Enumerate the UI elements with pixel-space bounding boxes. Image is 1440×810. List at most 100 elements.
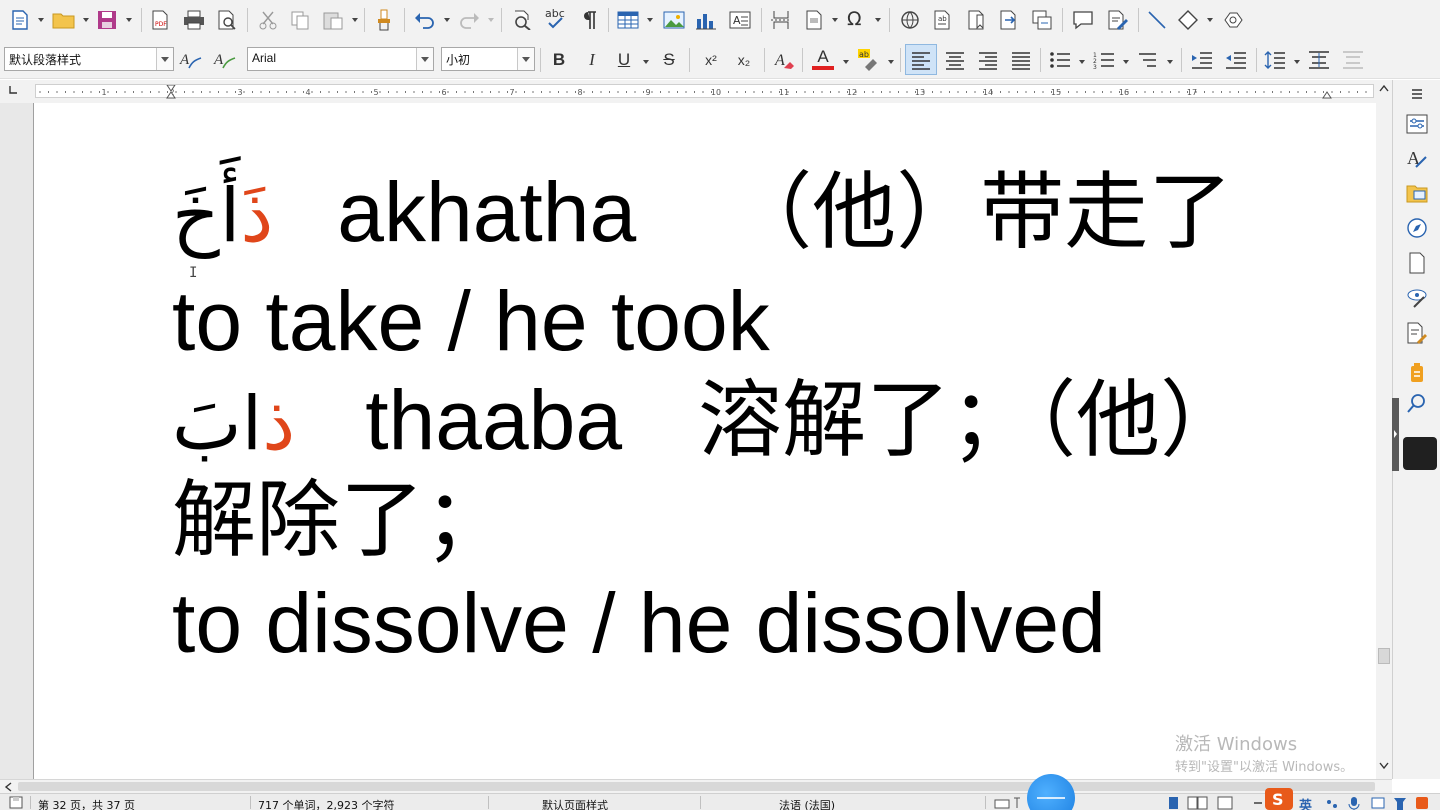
doc-line-2[interactable]: to take / he took (172, 279, 770, 363)
styles-icon[interactable]: A (1405, 146, 1429, 170)
numbered-dropdown-icon[interactable] (1123, 60, 1129, 64)
font-color-dropdown-icon[interactable] (843, 60, 849, 64)
spellcheck-icon[interactable]: abc (542, 5, 570, 31)
highlight-color-icon[interactable]: ab (854, 46, 882, 72)
paragraph-spacing-decrease-icon[interactable] (1340, 47, 1366, 73)
align-right-icon[interactable] (976, 47, 1000, 73)
track-changes-icon[interactable] (1105, 7, 1131, 33)
ime-tray-icons[interactable] (1320, 795, 1438, 810)
redo-dropdown-icon[interactable] (488, 18, 494, 22)
special-char-dropdown-icon[interactable] (875, 18, 881, 22)
open-dropdown-icon[interactable] (83, 18, 89, 22)
sidebar-menu-icon[interactable] (1405, 82, 1429, 106)
line-spacing-dropdown-icon[interactable] (1294, 60, 1300, 64)
underline-dropdown-icon[interactable] (643, 60, 649, 64)
print-preview-icon[interactable] (215, 7, 239, 33)
cut-icon[interactable] (256, 7, 280, 33)
increase-indent-icon[interactable] (1189, 47, 1215, 73)
doc-line-5[interactable]: to dissolve / he dissolved (172, 581, 1106, 665)
line-icon[interactable] (1145, 7, 1169, 33)
save-dropdown-icon[interactable] (126, 18, 132, 22)
page-icon[interactable] (1405, 251, 1429, 275)
doc-line-3[interactable]: ذابَ thaaba 溶解了；（他） (172, 378, 1244, 462)
navigator-icon[interactable] (1405, 216, 1429, 240)
highlight-dropdown-icon[interactable] (888, 60, 894, 64)
shapes-dropdown-icon[interactable] (1207, 18, 1213, 22)
save-icon[interactable] (95, 7, 119, 33)
hyperlink-icon[interactable] (897, 7, 923, 33)
subscript-button[interactable]: x₂ (732, 48, 756, 72)
style-inspector-icon[interactable] (1405, 286, 1429, 310)
new-document-icon[interactable] (8, 7, 32, 33)
bullet-dropdown-icon[interactable] (1079, 60, 1085, 64)
print-icon[interactable] (181, 7, 207, 33)
insert-mode-icon[interactable] (992, 796, 1032, 809)
view-layout-icon[interactable] (1164, 795, 1240, 810)
align-left-icon[interactable] (909, 47, 933, 73)
font-name-select[interactable]: Arial (247, 47, 434, 71)
outline-dropdown-icon[interactable] (1167, 60, 1173, 64)
chevron-down-icon[interactable] (416, 48, 433, 70)
scroll-left-icon[interactable] (3, 781, 13, 792)
undo-icon[interactable] (412, 7, 438, 33)
scroll-thumb[interactable] (18, 782, 1375, 791)
table-icon[interactable] (615, 7, 641, 33)
gallery-icon[interactable] (1405, 181, 1429, 205)
special-char-icon[interactable]: Ω (842, 5, 868, 31)
font-size-select[interactable]: 小初 (441, 47, 535, 71)
scroll-down-icon[interactable] (1378, 760, 1390, 772)
paste-dropdown-icon[interactable] (352, 18, 358, 22)
paragraph-style-select[interactable]: 默认段落样式 (4, 47, 174, 71)
find-icon[interactable] (1405, 391, 1429, 415)
bookmark-icon[interactable] (965, 7, 989, 33)
open-folder-icon[interactable] (50, 7, 78, 33)
chart-icon[interactable] (693, 7, 719, 33)
cross-ref-icon[interactable] (997, 7, 1021, 33)
paragraph-spacing-icon[interactable] (1306, 47, 1332, 73)
manage-changes-icon[interactable] (1405, 321, 1429, 345)
clear-formatting-icon[interactable]: A (772, 47, 796, 73)
outline-list-icon[interactable] (1135, 47, 1161, 73)
new-dropdown-icon[interactable] (38, 18, 44, 22)
draw-icon[interactable] (1220, 7, 1246, 33)
scroll-up-icon[interactable] (1378, 82, 1390, 94)
underline-button[interactable]: U (612, 48, 636, 72)
italic-button[interactable]: I (580, 48, 604, 72)
page-style[interactable]: 默认页面样式 (542, 797, 608, 810)
comment-icon[interactable] (1070, 7, 1096, 33)
justify-icon[interactable] (1009, 47, 1033, 73)
new-style-icon[interactable]: A (212, 47, 238, 73)
export-pdf-icon[interactable]: PDF (148, 7, 172, 33)
copy-icon[interactable] (288, 7, 312, 33)
undo-dropdown-icon[interactable] (444, 18, 450, 22)
image-icon[interactable] (661, 7, 687, 33)
line-spacing-icon[interactable] (1262, 47, 1288, 73)
properties-icon[interactable] (1405, 112, 1429, 136)
field-dropdown-icon[interactable] (832, 18, 838, 22)
bullet-list-icon[interactable] (1047, 47, 1073, 73)
language[interactable]: 法语 (法国) (779, 797, 835, 810)
doc-line-4[interactable]: 解除了； (172, 478, 508, 562)
bold-button[interactable]: B (547, 48, 571, 72)
horizontal-ruler[interactable]: 1 2 3 4 5 6 7 8 9 10 11 12 13 14 15 16 17 (35, 84, 1374, 99)
horizontal-scrollbar[interactable] (0, 779, 1392, 793)
vertical-scrollbar[interactable] (1376, 80, 1392, 779)
textbox-icon[interactable]: A (727, 7, 753, 33)
font-color-button[interactable]: A (810, 46, 836, 72)
redo-icon[interactable] (456, 7, 482, 33)
shapes-icon[interactable] (1176, 7, 1200, 33)
insert-caption-icon[interactable] (1029, 7, 1055, 33)
doc-line-1[interactable]: ذَأَخَ akhatha （他）带走了 (172, 170, 1232, 254)
chevron-down-icon[interactable] (517, 48, 534, 70)
numbered-list-icon[interactable]: 123 (1091, 47, 1117, 73)
decrease-indent-icon[interactable] (1223, 47, 1249, 73)
ime-language[interactable]: 英 (1299, 795, 1312, 810)
sidebar-collapse-handle[interactable] (1392, 398, 1399, 471)
scroll-thumb[interactable] (1378, 648, 1390, 664)
document-modified-icon[interactable] (8, 795, 24, 809)
paste-icon[interactable] (320, 7, 346, 33)
page-break-icon[interactable] (768, 7, 794, 33)
superscript-button[interactable]: x² (699, 48, 723, 72)
chevron-down-icon[interactable] (156, 48, 173, 70)
extension-icon[interactable] (1405, 361, 1429, 385)
